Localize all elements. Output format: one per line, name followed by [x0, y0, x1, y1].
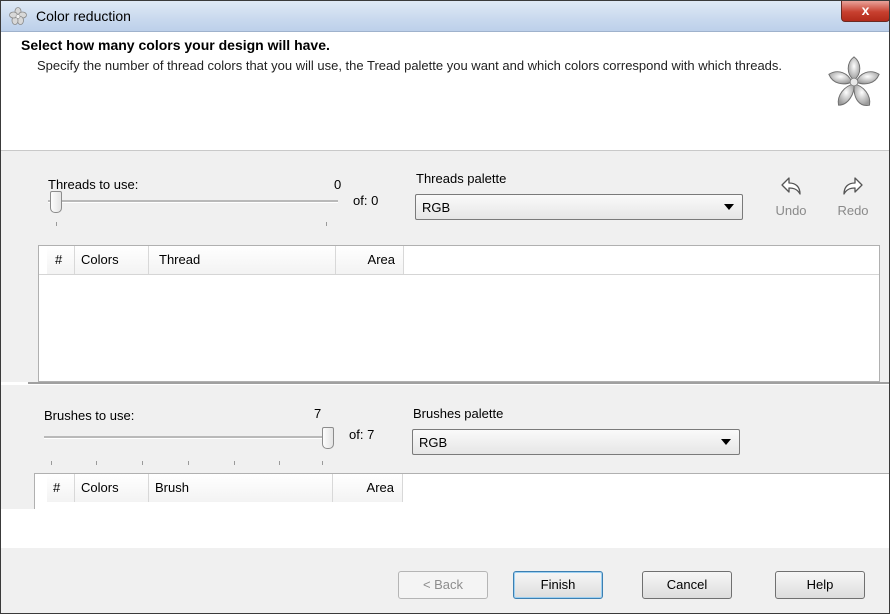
threads-palette-select[interactable]: RGB: [415, 194, 743, 220]
back-button[interactable]: < Back: [398, 571, 488, 599]
brushes-slider-tick: [188, 461, 189, 465]
brushes-to-use-label: Brushes to use:: [44, 408, 135, 423]
color-reduction-dialog: Color reduction x Select how many colors…: [0, 0, 890, 614]
flower-logo-icon: [828, 56, 880, 106]
title-bar: Color reduction x: [1, 1, 889, 32]
brushes-slider-tick: [96, 461, 97, 465]
brushes-palette-select[interactable]: RGB: [412, 429, 740, 455]
flower-app-icon: [9, 7, 27, 25]
undo-icon: [781, 177, 801, 195]
brushes-table[interactable]: # Colors Brush Area: [34, 473, 889, 510]
threads-of-total: of: 0: [353, 193, 379, 208]
redo-label: Redo: [837, 203, 869, 218]
threads-col-area[interactable]: Area: [336, 246, 404, 274]
threads-to-use-label: Threads to use:: [48, 177, 139, 192]
undo-label: Undo: [775, 203, 807, 218]
threads-slider-thumb[interactable]: [50, 191, 62, 213]
chevron-down-icon: [724, 204, 734, 210]
threads-slider-tick: [56, 222, 57, 226]
close-button[interactable]: x: [841, 1, 889, 22]
brushes-slider-tick: [279, 461, 280, 465]
threads-table[interactable]: # Colors Thread Area: [38, 245, 880, 382]
page-title: Select how many colors your design will …: [21, 37, 330, 53]
undo-button[interactable]: Undo: [771, 173, 811, 218]
brushes-palette-value: RGB: [419, 435, 448, 450]
brushes-slider-tick: [142, 461, 143, 465]
chevron-down-icon: [721, 439, 731, 445]
brushes-slider-tick: [234, 461, 235, 465]
brushes-slider-tick: [51, 461, 52, 465]
window-title: Color reduction: [36, 8, 131, 24]
threads-palette-value: RGB: [422, 200, 451, 215]
threads-table-header-divider: [39, 274, 879, 275]
brushes-slider-track[interactable]: [44, 436, 332, 439]
threads-count-value: 0: [334, 177, 342, 192]
threads-col-thread[interactable]: Thread: [149, 246, 336, 274]
threads-slider-track[interactable]: [48, 200, 338, 203]
brushes-col-number[interactable]: #: [47, 474, 75, 502]
cancel-button[interactable]: Cancel: [642, 571, 732, 599]
brushes-count-value: 7: [314, 406, 322, 421]
help-button[interactable]: Help: [775, 571, 865, 599]
brushes-of-total: of: 7: [349, 427, 375, 442]
brushes-col-colors[interactable]: Colors: [75, 474, 149, 502]
finish-button[interactable]: Finish: [513, 571, 603, 599]
brushes-palette-label: Brushes palette: [413, 406, 504, 421]
redo-icon: [843, 177, 863, 195]
threads-col-number[interactable]: #: [47, 246, 75, 274]
threads-col-colors[interactable]: Colors: [75, 246, 149, 274]
threads-palette-label: Threads palette: [416, 171, 507, 186]
brushes-col-brush[interactable]: Brush: [149, 474, 333, 502]
brushes-slider-tick: [322, 461, 323, 465]
redo-button[interactable]: Redo: [833, 173, 873, 218]
brushes-slider-thumb[interactable]: [322, 427, 334, 449]
brushes-col-area[interactable]: Area: [333, 474, 403, 502]
content-gap: [1, 509, 889, 548]
threads-slider-tick: [326, 222, 327, 226]
page-description: Specify the number of thread colors that…: [37, 58, 783, 73]
